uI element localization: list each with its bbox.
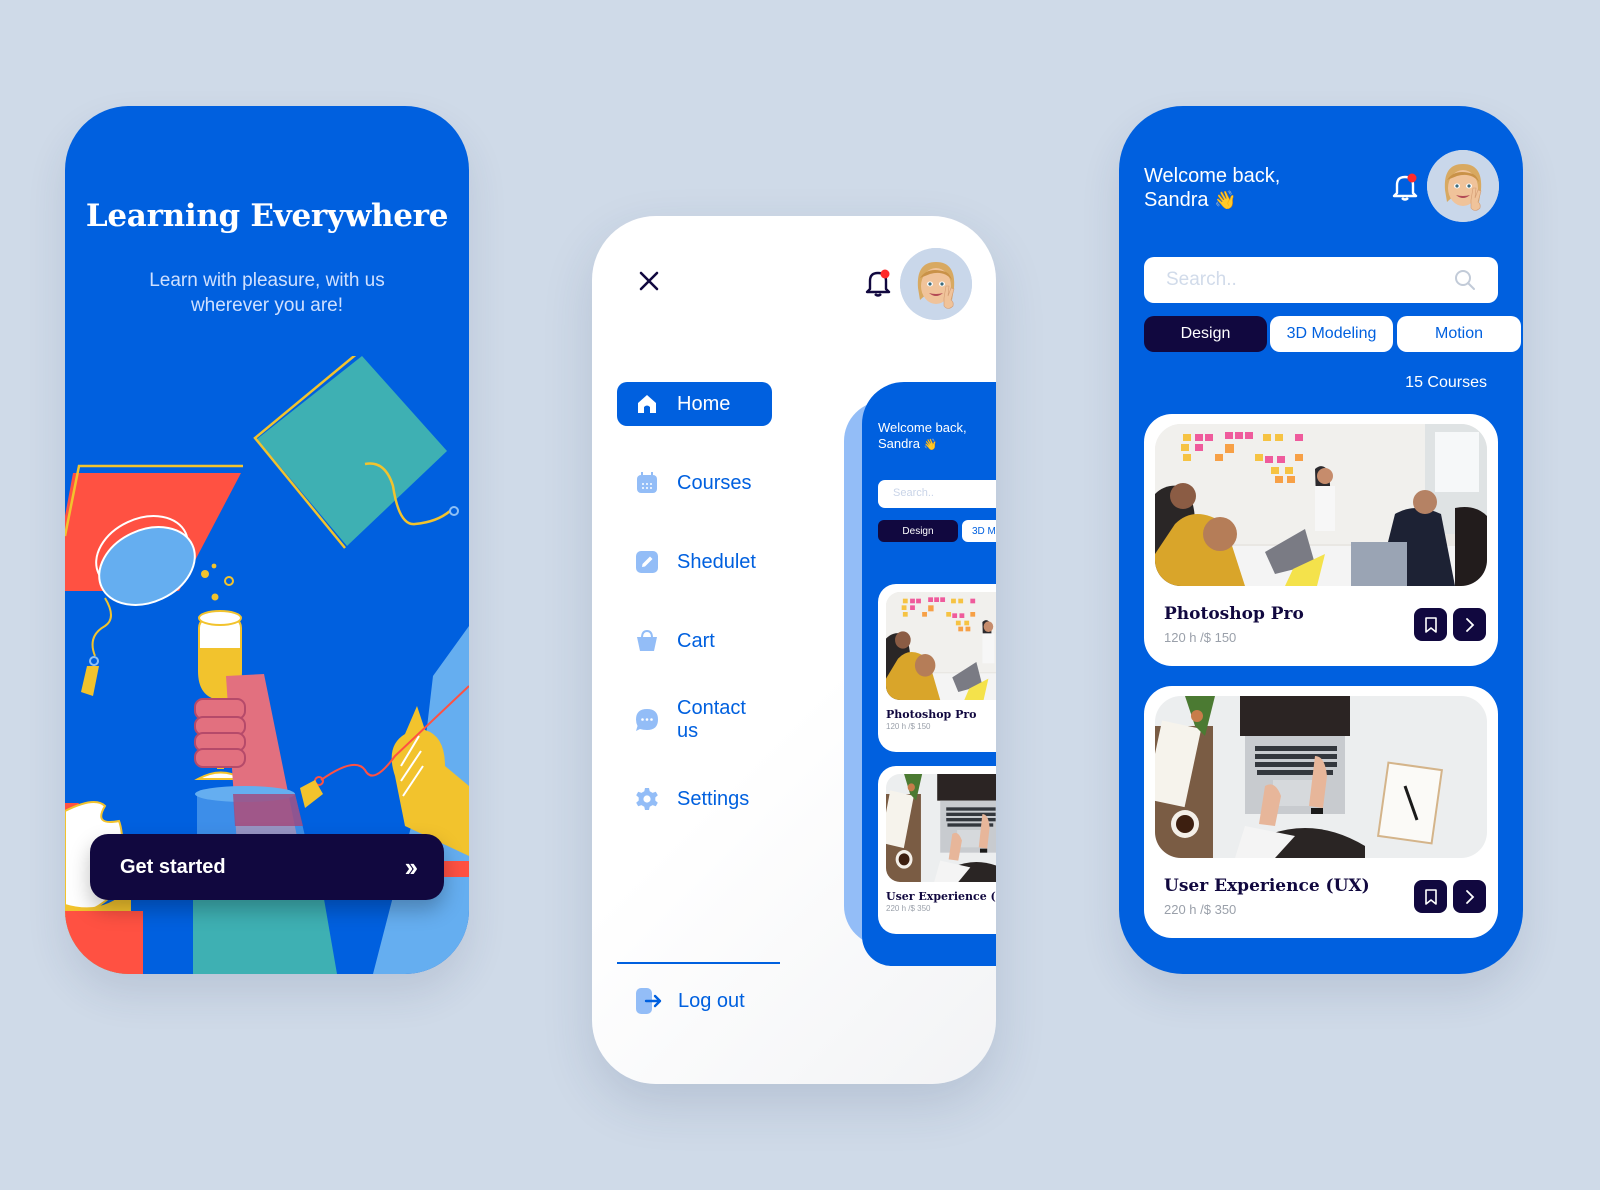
course-meta: 220 h /$ 350 <box>1164 902 1237 917</box>
gear-icon <box>635 787 659 811</box>
menu-item-shedulet[interactable]: Shedulet <box>617 540 772 584</box>
onboarding-screen: Learning Everywhere Learn with pleasure,… <box>65 106 469 974</box>
course-card[interactable]: Photoshop Pro 120 h /$ 150 <box>1144 414 1498 666</box>
bell-icon[interactable] <box>864 268 892 298</box>
welcome-greeting: Welcome back, Sandra 👋 <box>1144 165 1281 211</box>
avatar[interactable] <box>1427 150 1499 222</box>
open-course-button[interactable] <box>1453 608 1486 641</box>
logout-icon <box>634 986 664 1016</box>
home-icon <box>635 392 659 416</box>
menu-item-label: Settings <box>677 787 750 810</box>
preview-tab-3d: 3D M <box>962 520 996 542</box>
course-image-meeting <box>886 592 996 700</box>
preview-course-card: Photoshop Pro 120 h /$ 150 <box>878 584 996 752</box>
course-title: User Experience (UX) <box>1164 876 1370 896</box>
shopping-bag-icon <box>635 629 659 653</box>
course-title: Photoshop Pro <box>1164 604 1304 624</box>
notification-dot <box>1407 173 1417 183</box>
course-image-desk <box>886 774 996 882</box>
onboarding-title: Learning Everywhere <box>85 198 449 234</box>
search-input[interactable] <box>1166 269 1446 291</box>
bell-icon[interactable] <box>1391 172 1419 202</box>
menu-item-home[interactable]: Home <box>617 382 772 426</box>
bookmark-icon <box>1424 888 1437 905</box>
preview-search: Search.. <box>878 480 996 508</box>
avatar[interactable] <box>900 248 972 320</box>
logout-label: Log out <box>678 989 745 1012</box>
double-chevron-right-icon: ›› <box>404 851 418 882</box>
menu-screen: Home Courses Shedulet Cart Contact us Se… <box>592 216 996 1084</box>
course-count: 15 Courses <box>1405 374 1487 391</box>
chevron-right-icon <box>1465 617 1474 632</box>
notification-dot <box>880 269 890 279</box>
menu-item-courses[interactable]: Courses <box>617 461 772 505</box>
open-course-button[interactable] <box>1453 880 1486 913</box>
chevron-right-icon <box>1465 889 1474 904</box>
preview-welcome: Welcome back, Sandra 👋 <box>878 420 967 451</box>
memoji-avatar-image <box>1427 150 1499 222</box>
preview-tab-design: Design <box>878 520 958 542</box>
course-image-desk <box>1155 696 1487 858</box>
bookmark-icon <box>1424 616 1437 633</box>
get-started-button[interactable]: Get started ›› <box>90 834 444 900</box>
menu-item-label: Contact us <box>677 697 746 742</box>
home-screen: Welcome back, Sandra 👋 Design 3D Modelin… <box>1119 106 1523 974</box>
wave-icon: 👋 <box>923 439 938 451</box>
search-bar <box>1144 257 1498 303</box>
bookmark-button[interactable] <box>1414 608 1447 641</box>
menu-item-label: Cart <box>677 629 715 652</box>
logout-button[interactable]: Log out <box>634 986 745 1016</box>
bookmark-button[interactable] <box>1414 880 1447 913</box>
tab-3d-modeling[interactable]: 3D Modeling <box>1270 316 1393 352</box>
divider <box>617 962 780 964</box>
menu-item-label: Shedulet <box>677 550 756 573</box>
tab-design[interactable]: Design <box>1144 316 1267 352</box>
menu-item-cart[interactable]: Cart <box>617 619 772 663</box>
tab-motion[interactable]: Motion <box>1397 316 1521 352</box>
menu-item-contact-us[interactable]: Contact us <box>617 697 772 742</box>
chat-icon <box>635 708 659 732</box>
home-preview[interactable]: Welcome back, Sandra 👋 Search.. Design 3… <box>862 382 996 966</box>
get-started-label: Get started <box>120 855 226 878</box>
onboarding-subtitle: Learn with pleasure, with us wherever yo… <box>149 270 385 316</box>
memoji-avatar-image <box>900 248 972 320</box>
wave-icon: 👋 <box>1214 190 1237 210</box>
menu-item-label: Courses <box>677 471 752 494</box>
menu-item-settings[interactable]: Settings <box>617 777 772 821</box>
menu-item-label: Home <box>677 392 731 415</box>
search-icon[interactable] <box>1454 269 1476 291</box>
close-icon[interactable] <box>634 266 664 296</box>
course-card[interactable]: User Experience (UX) 220 h /$ 350 <box>1144 686 1498 938</box>
preview-course-card: User Experience (UX) 220 h /$ 350 <box>878 766 996 934</box>
course-meta: 120 h /$ 150 <box>1164 630 1237 645</box>
calendar-icon <box>635 471 659 495</box>
course-image-meeting <box>1155 424 1487 586</box>
edit-icon <box>635 550 659 574</box>
